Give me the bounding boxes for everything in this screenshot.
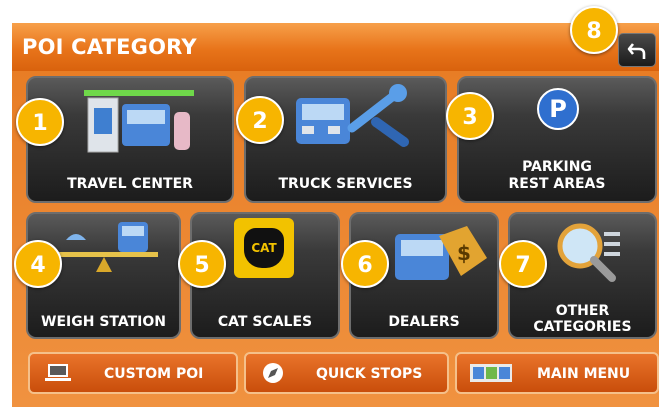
tile-label: OTHER [555, 303, 610, 319]
tile-label: CAT SCALES [217, 314, 313, 330]
tile-label: TRAVEL CENTER [67, 176, 193, 192]
tile-label: CATEGORIES [533, 319, 632, 335]
laptop-icon [45, 364, 71, 381]
callout-badge: 5 [178, 240, 226, 288]
button-label: CUSTOM POI [104, 366, 204, 382]
custom-poi-button[interactable]: CUSTOM POI [28, 352, 238, 394]
tile-label: PARKING [522, 159, 592, 175]
callout-badge: 4 [14, 240, 62, 288]
back-arrow-icon [627, 43, 646, 59]
tile-label: REST AREAS [508, 176, 606, 192]
parking-icon: P [537, 88, 579, 130]
button-label: QUICK STOPS [316, 366, 423, 382]
callout-badge: 7 [499, 240, 547, 288]
travel-center-icon [84, 90, 194, 153]
compass-icon [263, 363, 283, 383]
dealer-tag-icon: $ [395, 226, 487, 280]
tile-label: TRUCK SERVICES [278, 176, 413, 192]
callout-badge: 3 [446, 92, 494, 140]
main-menu-icon [470, 364, 512, 382]
tile-truck-services[interactable]: TRUCK SERVICES [244, 76, 447, 203]
cat-head-icon: CAT [244, 228, 284, 268]
tile-label: DEALERS [388, 314, 460, 330]
callout-badge: 2 [236, 96, 284, 144]
quick-stops-button[interactable]: QUICK STOPS [244, 352, 449, 394]
poi-category-screen: POI CATEGORY TRAVEL CENTER TRUCK SERVICE… [0, 0, 659, 407]
button-label: MAIN MENU [537, 366, 631, 382]
callout-badge: 1 [16, 98, 64, 146]
truck-wrench-icon [296, 84, 409, 147]
tile-travel-center[interactable]: TRAVEL CENTER [26, 76, 234, 203]
main-menu-button[interactable]: MAIN MENU [455, 352, 659, 394]
back-button[interactable] [618, 33, 656, 67]
tile-label: WEIGH STATION [41, 314, 166, 330]
cat-scales-logo-icon: CAT [234, 218, 294, 278]
weigh-station-icon [56, 222, 158, 272]
svg-text:$: $ [457, 241, 471, 265]
title-bar: POI CATEGORY [12, 23, 659, 71]
tile-parking-rest-areas[interactable]: P PARKING REST AREAS [457, 76, 657, 203]
magnifier-icon [557, 223, 620, 282]
page-title: POI CATEGORY [22, 35, 197, 59]
callout-badge: 8 [570, 6, 618, 54]
callout-badge: 6 [341, 240, 389, 288]
